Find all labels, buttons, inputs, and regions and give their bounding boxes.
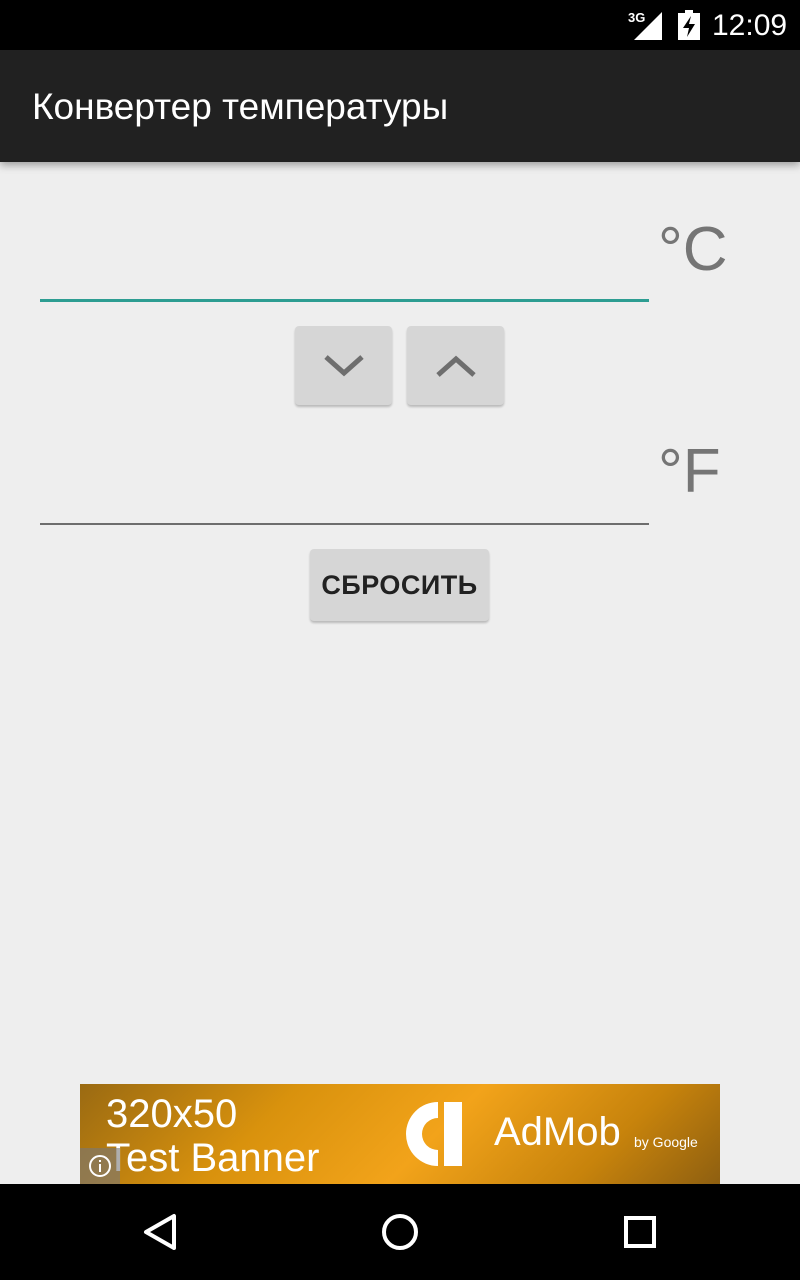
app-title: Конвертер температуры [32,86,449,127]
ad-by-text: by Google [634,1134,698,1150]
celsius-input[interactable] [40,242,649,302]
signal-icon [634,12,662,40]
home-icon[interactable] [378,1210,422,1254]
ad-brand-text: AdMob [494,1110,621,1154]
ad-test-text: Test Banner [106,1136,320,1180]
convert-up-button[interactable] [407,326,504,405]
convert-down-button[interactable] [295,326,392,405]
chevron-down-icon [323,354,364,376]
navigation-bar [0,1184,800,1280]
reset-button[interactable]: СБРОСИТЬ [310,549,489,621]
reset-button-label: СБРОСИТЬ [321,569,478,600]
chevron-up-icon [435,355,476,377]
admob-logo-icon [406,1102,462,1166]
app-bar: Конвертер температуры [0,50,800,162]
clock: 12:09 [712,9,788,42]
back-icon[interactable] [138,1210,182,1254]
recent-apps-icon[interactable] [618,1210,662,1254]
status-bar: 3G 12:09 [0,0,800,50]
celsius-unit-label: °C [658,215,728,284]
ad-banner[interactable]: 320x50 Test Banner AdMob by Google [80,1084,720,1184]
fahrenheit-unit-label: °F [658,437,721,506]
battery-charging-icon [678,10,700,40]
converter-panel: °C °F СБРОСИТЬ [0,162,800,1184]
ad-info-icon[interactable] [80,1148,120,1184]
ad-size-text: 320x50 [106,1092,238,1136]
fahrenheit-input[interactable] [40,465,649,525]
